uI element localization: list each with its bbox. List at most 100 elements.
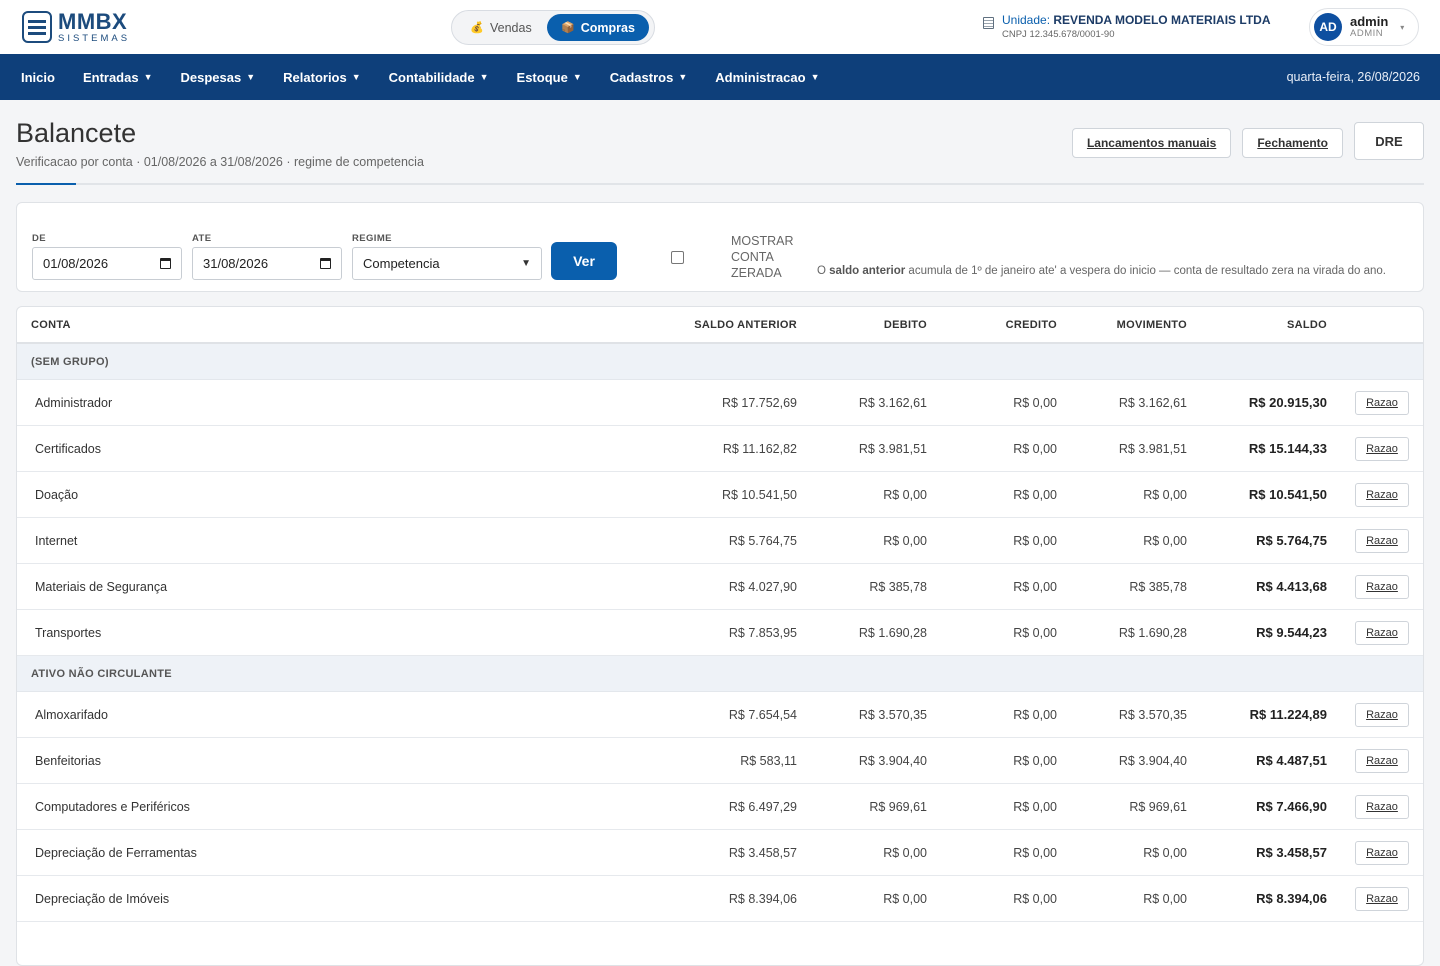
ate-date-input[interactable]: 31/08/2026 [192, 247, 342, 280]
mode-compras-button[interactable]: 📦 Compras [547, 14, 649, 41]
credito-cell: R$ 0,00 [1013, 754, 1057, 768]
divider [16, 183, 1424, 185]
unit-prefix: Unidade: [1002, 13, 1051, 27]
movimento-cell: R$ 3.981,51 [1118, 442, 1187, 456]
nav-despesas[interactable]: Despesas ▼ [181, 70, 256, 85]
mode-vendas-button[interactable]: 💰 Vendas [455, 14, 547, 41]
table-row: Benfeitorias R$ 583,11 R$ 3.904,40 R$ 0,00 R… [17, 738, 1423, 784]
dre-button[interactable]: DRE [1354, 122, 1424, 160]
saldo-anterior-cell: R$ 5.764,75 [728, 534, 797, 548]
account-name: Almoxarifado [35, 708, 108, 722]
saldo-cell: R$ 5.764,75 [1256, 533, 1327, 548]
table-row: Depreciação de Ferramentas R$ 3.458,57 R$ … [17, 830, 1423, 876]
saldo-anterior-cell: R$ 583,11 [740, 754, 797, 768]
saldo-anterior-cell: R$ 11.162,82 [722, 442, 797, 456]
debito-cell: R$ 3.904,40 [858, 754, 927, 768]
group-name: ATIVO NÃO CIRCULANTE [31, 668, 172, 680]
saldo-cell: R$ 20.915,30 [1248, 395, 1327, 410]
nav-contabilidade[interactable]: Contabilidade ▼ [389, 70, 489, 85]
razao-button[interactable]: Razao [1355, 887, 1409, 911]
debito-cell: R$ 3.162,61 [858, 396, 927, 410]
table-row: Depreciação de Imóveis R$ 8.394,06 R$ 0,00… [17, 876, 1423, 922]
credito-cell: R$ 0,00 [1013, 626, 1057, 640]
credito-cell: R$ 0,00 [1013, 580, 1057, 594]
col-debito: DEBITO [883, 319, 927, 331]
razao-button[interactable]: Razao [1355, 529, 1409, 553]
caret-down-icon: ▼ [351, 72, 361, 82]
account-name: Administrador [35, 396, 113, 410]
movimento-cell: R$ 0,00 [1143, 892, 1187, 906]
razao-button[interactable]: Razao [1355, 621, 1409, 645]
logo[interactable]: MMBX SISTEMAS [22, 10, 130, 44]
table-row: Administrador R$ 17.752,69 R$ 3.162,61 R$ 0… [17, 380, 1423, 426]
ate-label: ATE [192, 233, 212, 244]
saldo-cell: R$ 7.466,90 [1256, 799, 1327, 814]
group-name: (SEM GRUPO) [31, 356, 109, 368]
calendar-icon[interactable] [160, 258, 171, 269]
razao-button[interactable]: Razao [1355, 841, 1409, 865]
saldo-cell: R$ 9.544,23 [1256, 625, 1327, 640]
saldo-cell: R$ 15.144,33 [1248, 441, 1327, 456]
nav-inicio[interactable]: Inicio [21, 70, 55, 85]
razao-button[interactable]: Razao [1355, 795, 1409, 819]
razao-button[interactable]: Razao [1355, 749, 1409, 773]
movimento-cell: R$ 0,00 [1143, 534, 1187, 548]
de-date-input[interactable]: 01/08/2026 [32, 247, 182, 280]
main-nav: Inicio Entradas ▼ Despesas ▼ Relatorios ▼ C… [0, 54, 1440, 100]
saldo-anterior-cell: R$ 3.458,57 [728, 846, 797, 860]
razao-button[interactable]: Razao [1355, 437, 1409, 461]
debito-cell: R$ 0,00 [883, 846, 927, 860]
credito-cell: R$ 0,00 [1013, 800, 1057, 814]
debito-cell: R$ 3.570,35 [858, 708, 927, 722]
razao-button[interactable]: Razao [1355, 575, 1409, 599]
saldo-note: O saldo anterior acumula de 1º de janeir… [817, 265, 1386, 277]
debito-cell: R$ 1.690,28 [858, 626, 927, 640]
group-row: (SEM GRUPO) [17, 344, 1423, 380]
razao-button[interactable]: Razao [1355, 703, 1409, 727]
manual-entries-button[interactable]: Lancamentos manuais [1071, 128, 1232, 158]
avatar: AD [1314, 13, 1342, 41]
unit-info: Unidade: REVENDA MODELO MATERIAIS LTDA C… [983, 13, 1271, 40]
building-icon [983, 17, 994, 29]
account-name: Depreciação de Imóveis [35, 892, 170, 906]
de-label: DE [32, 233, 46, 244]
saldo-anterior-cell: R$ 7.853,95 [728, 626, 797, 640]
show-zero-label: MOSTRAR CONTA ZERADA [731, 234, 794, 280]
logo-icon [22, 11, 52, 43]
account-name: Certificados [35, 442, 101, 456]
col-conta: CONTA [31, 319, 71, 331]
credito-cell: R$ 0,00 [1013, 442, 1057, 456]
razao-button[interactable]: Razao [1355, 391, 1409, 415]
credito-cell: R$ 0,00 [1013, 708, 1057, 722]
caret-down-icon: ▼ [246, 72, 256, 82]
regime-select[interactable]: Competencia ▼ [352, 247, 542, 280]
caret-down-icon: ▼ [572, 72, 582, 82]
nav-relatorios[interactable]: Relatorios ▼ [283, 70, 361, 85]
nav-entradas[interactable]: Entradas ▼ [83, 70, 153, 85]
nav-estoque[interactable]: Estoque ▼ [517, 70, 582, 85]
table-row: Certificados R$ 11.162,82 R$ 3.981,51 R$ 0,… [17, 426, 1423, 472]
calendar-icon[interactable] [320, 258, 331, 269]
saldo-cell: R$ 4.487,51 [1256, 753, 1327, 768]
col-credito: CREDITO [1005, 319, 1057, 331]
mode-compras-label: Compras [580, 20, 635, 35]
table-row: Almoxarifado R$ 7.654,54 R$ 3.570,35 R$ 0,0… [17, 692, 1423, 738]
nav-administracao[interactable]: Administracao ▼ [715, 70, 819, 85]
razao-button[interactable]: Razao [1355, 483, 1409, 507]
closing-button[interactable]: Fechamento [1242, 128, 1343, 158]
table-row: Doação R$ 10.541,50 R$ 0,00 R$ 0,00 R$ 0,00 R… [17, 472, 1423, 518]
movimento-cell: R$ 0,00 [1143, 488, 1187, 502]
chevron-down-icon: ▾ [1400, 22, 1405, 32]
movimento-cell: R$ 3.162,61 [1118, 396, 1187, 410]
account-name: Internet [35, 534, 78, 548]
nav-cadastros[interactable]: Cadastros ▼ [610, 70, 688, 85]
user-menu[interactable]: AD admin ADMIN ▾ [1309, 8, 1419, 46]
credito-cell: R$ 0,00 [1013, 846, 1057, 860]
ver-button[interactable]: Ver [551, 242, 617, 280]
account-name: Transportes [35, 626, 102, 640]
saldo-cell: R$ 8.394,06 [1256, 891, 1327, 906]
unit-name: REVENDA MODELO MATERIAIS LTDA [1053, 13, 1271, 27]
account-name: Doação [35, 488, 79, 502]
show-zero-checkbox[interactable] [671, 251, 684, 264]
account-name: Computadores e Periféricos [35, 800, 190, 814]
